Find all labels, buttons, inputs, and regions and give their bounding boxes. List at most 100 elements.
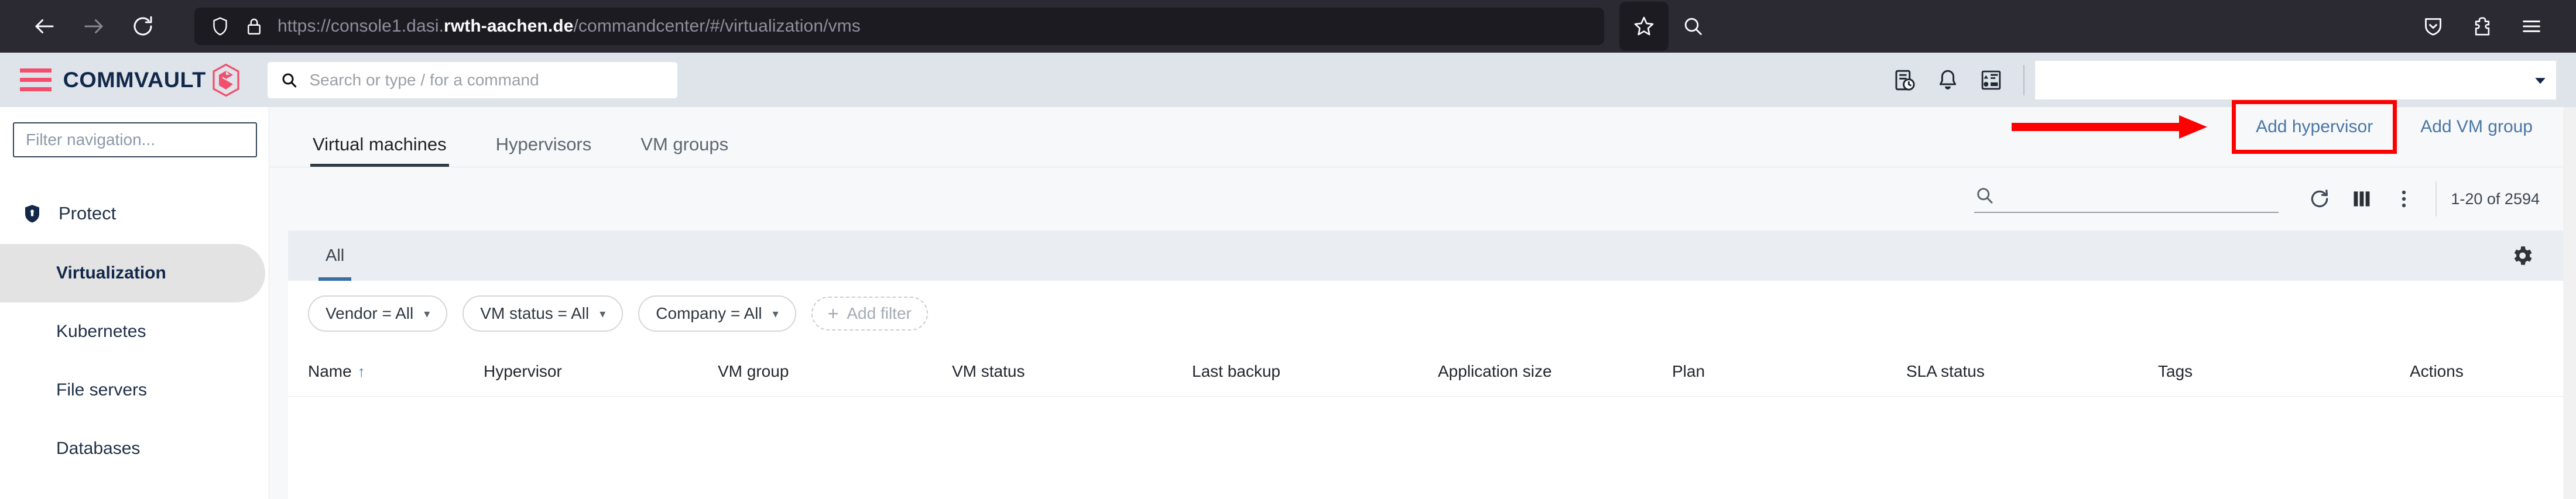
bell-icon[interactable] [1926, 58, 1969, 102]
sidebar-item-kubernetes[interactable]: Kubernetes [0, 302, 269, 361]
table-view-tabs: All [288, 230, 2563, 281]
page-tabs: Virtual machines Hypervisors VM groups A… [269, 100, 2563, 167]
events-panel-icon[interactable] [1969, 58, 2013, 102]
tab-label: Virtual machines [313, 134, 447, 154]
table-card: All Vendor = All ▾ VM status = All ▾ Com… [288, 230, 2563, 499]
tab-virtual-machines[interactable]: Virtual machines [288, 134, 471, 167]
header-divider [2023, 64, 2025, 95]
tab-vm-groups[interactable]: VM groups [616, 134, 753, 167]
gear-icon[interactable] [2505, 238, 2540, 273]
sidebar-item-label: Kubernetes [56, 322, 146, 341]
browser-address-bar[interactable]: https://console1.dasi.rwth-aachen.de/com… [194, 8, 1604, 45]
column-label: Hypervisor [484, 362, 562, 380]
url-text: https://console1.dasi.rwth-aachen.de/com… [278, 16, 861, 36]
column-header-vm-group[interactable]: VM group [718, 362, 952, 381]
sidebar-item-label: Protect [59, 203, 117, 223]
browser-appmenu-icon[interactable] [2507, 2, 2556, 51]
chevron-down-icon[interactable] [2534, 67, 2549, 94]
column-header-name[interactable]: Name ↑ [308, 362, 484, 381]
main-content: Virtual machines Hypervisors VM groups A… [269, 100, 2563, 499]
table-view-tab-label: All [326, 246, 345, 265]
tab-hypervisors[interactable]: Hypervisors [471, 134, 616, 167]
sidebar-nav: Protect Virtualization Kubernetes File s… [0, 183, 269, 478]
search-icon [282, 73, 297, 87]
toolbar-divider [2435, 181, 2437, 216]
sort-ascending-icon: ↑ [357, 362, 365, 380]
browser-toolbar: https://console1.dasi.rwth-aachen.de/com… [0, 0, 2576, 53]
sidebar-item-file-servers[interactable]: File servers [0, 361, 269, 419]
add-filter-button[interactable]: + Add filter [811, 297, 928, 331]
browser-toolbar-right [1619, 2, 2556, 51]
column-header-plan[interactable]: Plan [1672, 362, 1906, 381]
bookmark-star-icon[interactable] [1619, 2, 1669, 51]
browser-search-icon[interactable] [1669, 2, 1718, 51]
column-header-application-size[interactable]: Application size [1438, 362, 1672, 381]
column-header-vm-status[interactable]: VM status [952, 362, 1192, 381]
column-label: Name [308, 362, 352, 380]
column-label: Application size [1438, 362, 1552, 380]
filter-navigation-placeholder: Filter navigation... [26, 130, 155, 149]
app-header-right [1883, 58, 2556, 102]
tab-label: Hypervisors [495, 134, 592, 154]
jobs-clipboard-clock-icon[interactable] [1883, 58, 1926, 102]
filter-chip-label: Vendor = All [326, 304, 414, 322]
add-vm-group-button[interactable]: Add VM group [2413, 104, 2540, 150]
nav-toggle-hamburger-icon[interactable] [20, 68, 52, 91]
refresh-icon[interactable] [2298, 178, 2341, 220]
column-header-tags[interactable]: Tags [2158, 362, 2410, 381]
commvault-logo[interactable]: COMMVAULT [63, 63, 240, 97]
extensions-puzzle-icon[interactable] [2458, 2, 2507, 51]
column-label: Last backup [1192, 362, 1280, 380]
chevron-down-icon: ▾ [600, 307, 606, 321]
sidebar: Filter navigation... Protect Virtualizat… [0, 107, 269, 499]
sidebar-item-label: Virtualization [56, 263, 166, 283]
filter-chip-label: Company = All [656, 304, 762, 322]
column-header-sla-status[interactable]: SLA status [1906, 362, 2158, 381]
filter-chip-company[interactable]: Company = All ▾ [638, 295, 796, 332]
add-filter-label: Add filter [847, 304, 912, 322]
browser-forward-button[interactable] [69, 2, 118, 51]
browser-reload-button[interactable] [118, 2, 167, 51]
page-scrollbar[interactable] [2563, 107, 2576, 499]
pocket-save-icon[interactable] [2409, 2, 2458, 51]
search-icon [1977, 188, 1993, 204]
column-header-last-backup[interactable]: Last backup [1192, 362, 1438, 381]
filter-chip-vm-status[interactable]: VM status = All ▾ [463, 295, 624, 332]
filter-navigation-input[interactable]: Filter navigation... [13, 122, 257, 157]
column-label: Tags [2158, 362, 2193, 380]
sidebar-item-protect[interactable]: Protect [0, 183, 269, 244]
kebab-more-icon[interactable] [2383, 178, 2425, 220]
table-header-row: Name ↑ Hypervisor VM group VM status Las… [288, 346, 2563, 397]
filter-chip-vendor[interactable]: Vendor = All ▾ [308, 295, 448, 332]
filter-chips: Vendor = All ▾ VM status = All ▾ Company… [288, 281, 2563, 346]
page-body: Filter navigation... Protect Virtualizat… [0, 100, 2576, 499]
user-menu-panel[interactable] [2035, 60, 2556, 99]
plus-icon: + [827, 303, 839, 324]
sidebar-item-databases[interactable]: Databases [0, 419, 269, 478]
commvault-logo-icon [213, 63, 240, 97]
browser-back-button[interactable] [20, 2, 69, 51]
column-header-actions: Actions [2410, 362, 2562, 381]
shield-protect-icon [21, 202, 43, 225]
padlock-icon [248, 18, 261, 35]
table-body [288, 397, 2563, 499]
table-view-tab-all[interactable]: All [308, 230, 362, 281]
global-search[interactable]: Search or type / for a command [268, 61, 678, 98]
column-label: VM status [952, 362, 1025, 380]
table-search-input[interactable] [2005, 186, 2279, 205]
chevron-down-icon: ▾ [772, 307, 779, 321]
filter-chip-label: VM status = All [480, 304, 590, 322]
add-hypervisor-button[interactable]: Add hypervisor [2232, 100, 2397, 154]
tracking-protection-shield-icon [213, 17, 227, 36]
columns-icon[interactable] [2341, 178, 2383, 220]
table-search[interactable] [1974, 185, 2279, 213]
column-header-hypervisor[interactable]: Hypervisor [484, 362, 718, 381]
add-vm-group-label: Add VM group [2420, 117, 2533, 136]
red-pointer-arrow-icon [2008, 109, 2219, 144]
column-label: VM group [718, 362, 789, 380]
table-toolbar: 1-20 of 2594 [269, 167, 2563, 230]
sidebar-item-virtualization[interactable]: Virtualization [0, 244, 265, 302]
sidebar-item-label: Databases [56, 439, 141, 458]
sidebar-item-label: File servers [56, 380, 148, 400]
add-hypervisor-label: Add hypervisor [2256, 117, 2373, 136]
